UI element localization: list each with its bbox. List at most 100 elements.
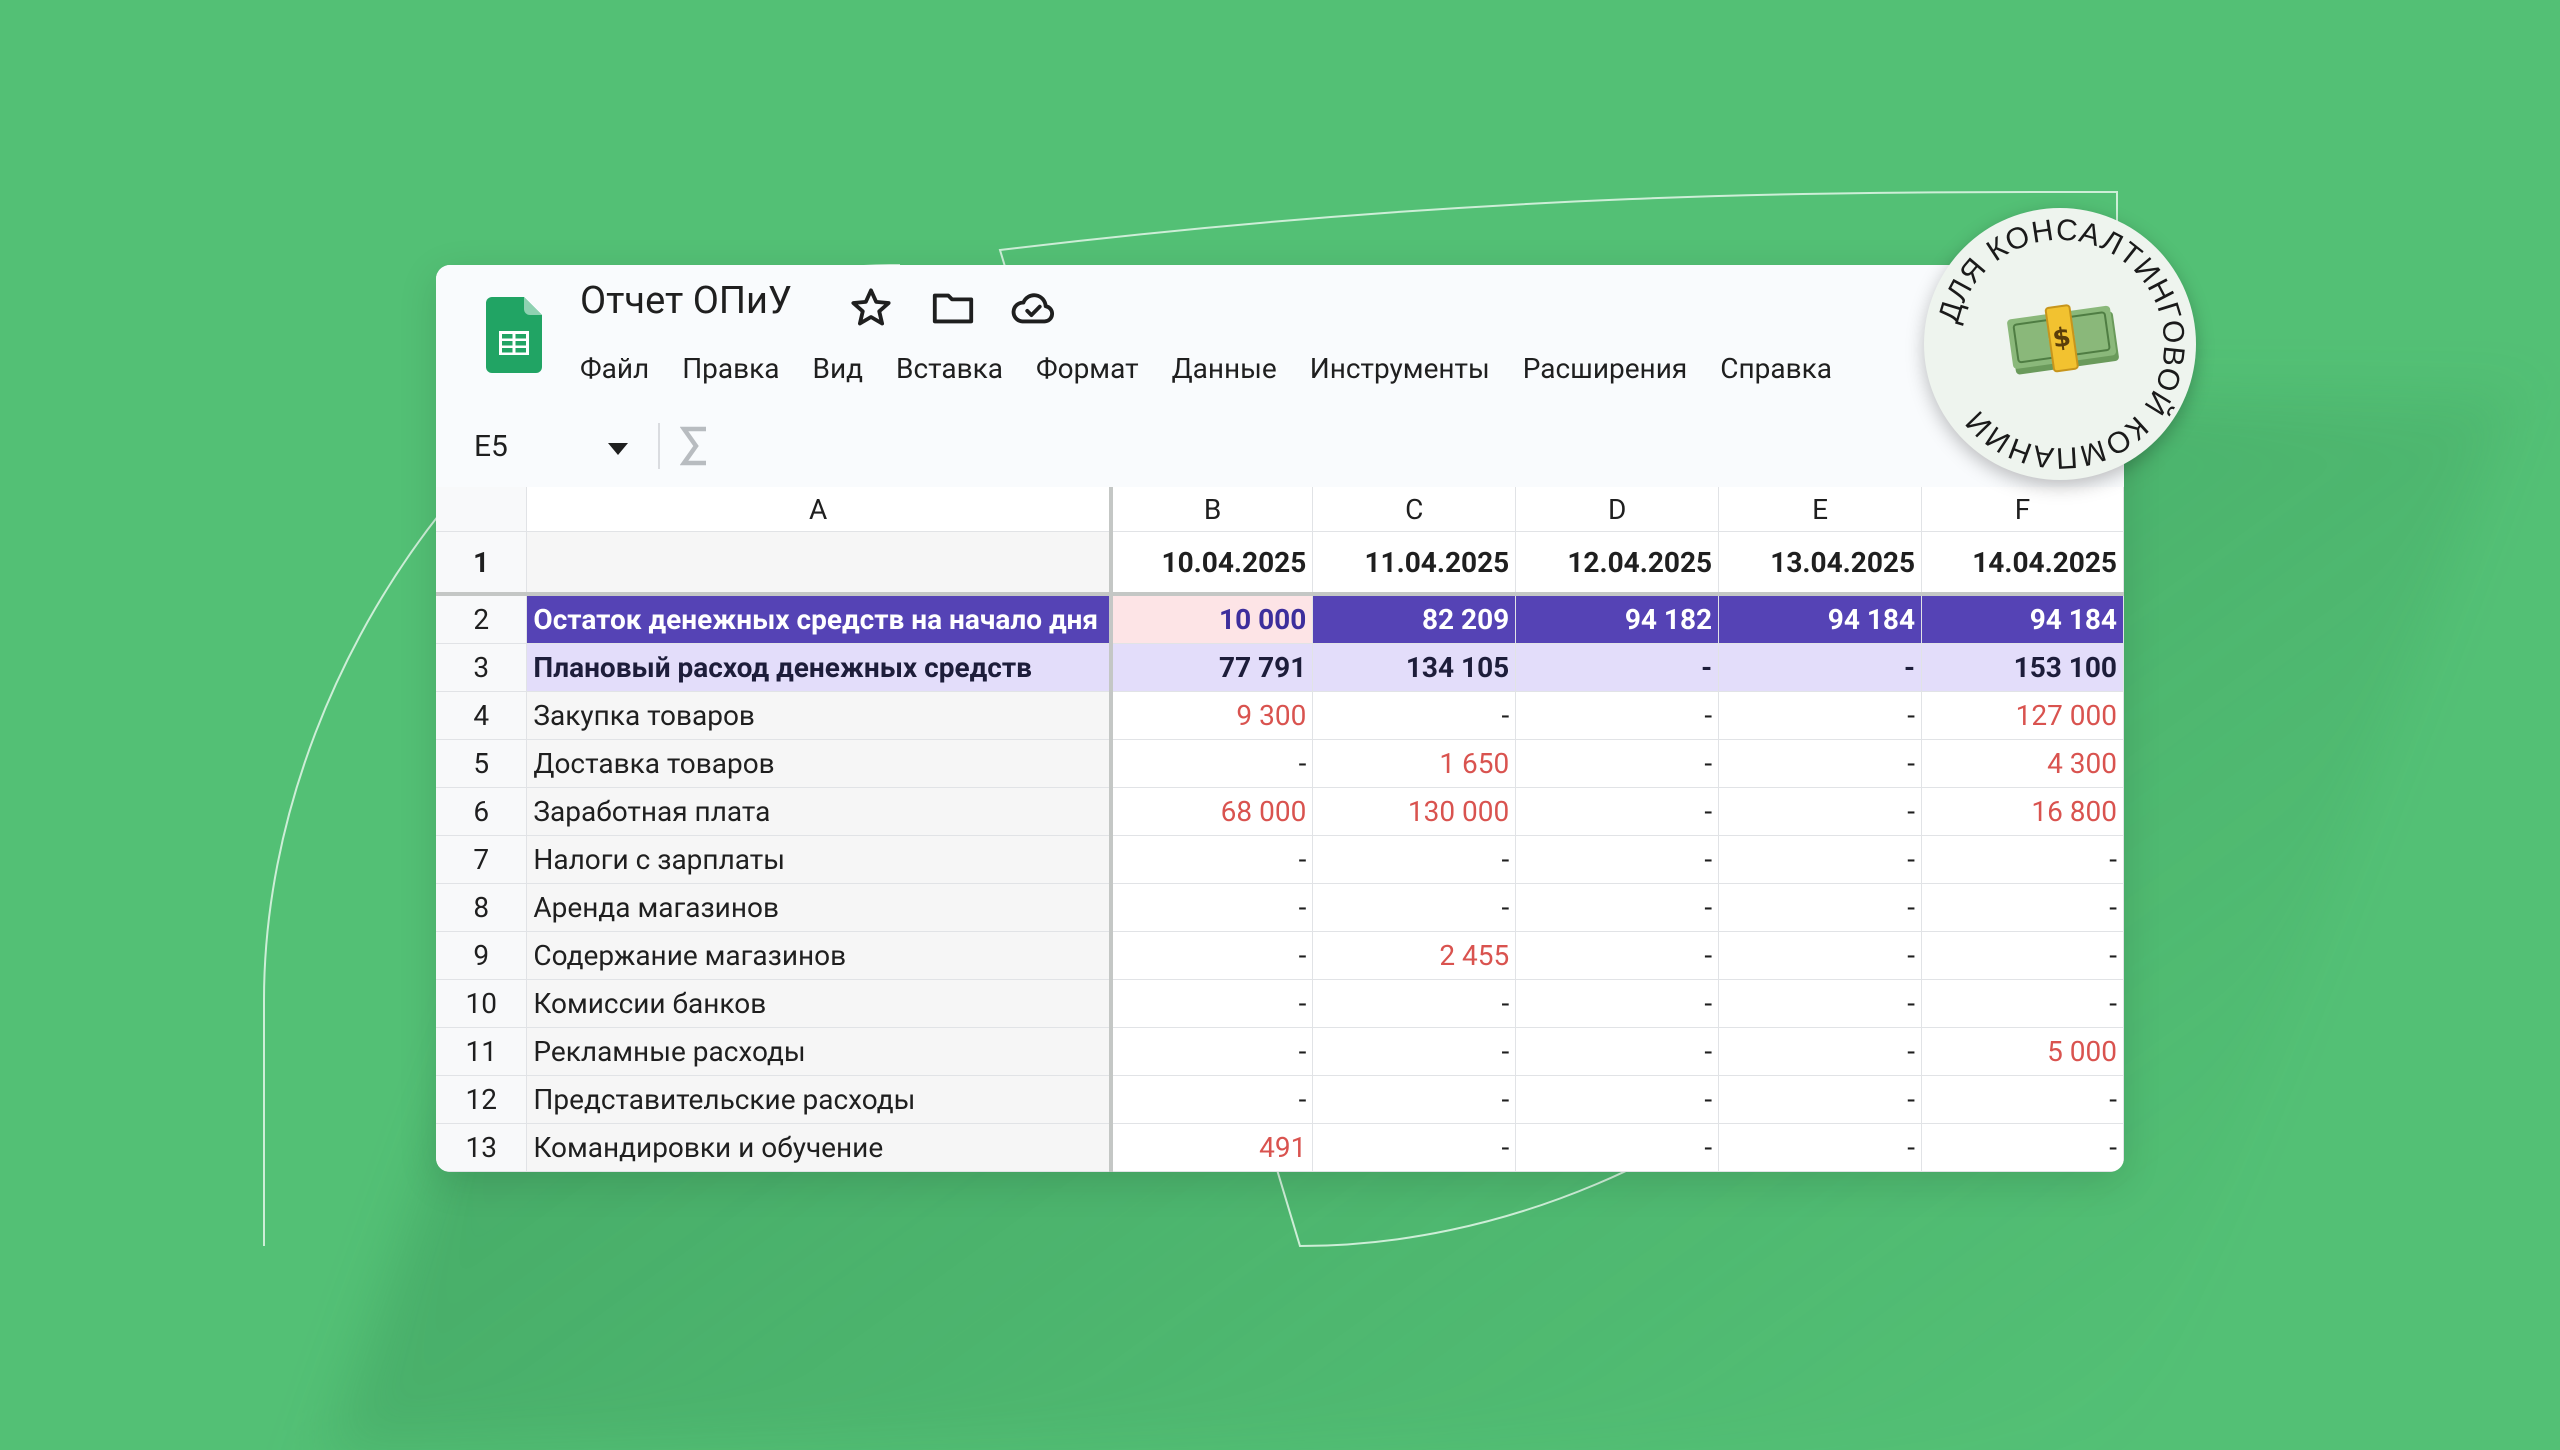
table-cell[interactable]: 77 791	[1110, 643, 1314, 692]
table-cell[interactable]: -	[1921, 931, 2124, 980]
table-cell[interactable]: 94 184	[1921, 594, 2124, 644]
menu-help[interactable]: Справка	[1720, 347, 1832, 391]
table-cell[interactable]: Аренда магазинов	[526, 883, 1113, 932]
table-cell[interactable]: Содержание магазинов	[526, 931, 1113, 980]
table-cell[interactable]: 1 650	[1312, 739, 1517, 788]
table-cell[interactable]: -	[1110, 835, 1314, 884]
column-header-d[interactable]: D	[1515, 487, 1720, 532]
column-header-e[interactable]: E	[1718, 487, 1923, 532]
table-cell[interactable]: 153 100	[1921, 643, 2124, 692]
column-header-b[interactable]: B	[1110, 487, 1314, 532]
table-cell[interactable]: -	[1718, 739, 1923, 788]
table-cell[interactable]: -	[1718, 931, 1923, 980]
table-cell[interactable]: -	[1921, 883, 2124, 932]
table-cell[interactable]: -	[1718, 1123, 1923, 1172]
cloud-saved-icon[interactable]	[1010, 285, 1056, 331]
table-cell[interactable]: -	[1110, 883, 1314, 932]
menu-file[interactable]: Файл	[580, 347, 649, 391]
table-cell[interactable]: -	[1515, 931, 1720, 980]
table-cell[interactable]: -	[1718, 979, 1923, 1028]
document-title[interactable]: Отчет ОПиУ	[580, 279, 792, 323]
table-cell[interactable]: -	[1110, 1027, 1314, 1076]
table-cell[interactable]: -	[1515, 691, 1720, 740]
table-cell[interactable]: -	[1515, 643, 1720, 692]
menu-tools[interactable]: Инструменты	[1310, 347, 1490, 391]
table-cell[interactable]: 82 209	[1312, 594, 1517, 644]
table-cell[interactable]: -	[1110, 739, 1314, 788]
table-cell[interactable]: 13.04.2025	[1718, 531, 1923, 596]
name-box[interactable]: E5	[474, 429, 508, 464]
table-cell[interactable]: 127 000	[1921, 691, 2124, 740]
row-header[interactable]: 5	[436, 739, 528, 788]
menu-data[interactable]: Данные	[1172, 347, 1277, 391]
table-cell[interactable]: 11.04.2025	[1312, 531, 1517, 596]
table-cell[interactable]: 14.04.2025	[1921, 531, 2124, 596]
table-cell[interactable]: 16 800	[1921, 787, 2124, 836]
column-header-a[interactable]: A	[526, 487, 1113, 532]
table-cell[interactable]: -	[1718, 643, 1923, 692]
table-cell[interactable]: -	[1515, 883, 1720, 932]
table-cell[interactable]	[526, 531, 1113, 596]
row-header[interactable]: 3	[436, 643, 528, 692]
table-cell[interactable]: -	[1921, 1123, 2124, 1172]
row-header[interactable]: 1	[436, 531, 528, 596]
menu-view[interactable]: Вид	[813, 347, 864, 391]
table-cell[interactable]: -	[1312, 691, 1517, 740]
table-cell[interactable]: 4 300	[1921, 739, 2124, 788]
table-cell[interactable]: -	[1718, 691, 1923, 740]
row-header[interactable]: 11	[436, 1027, 528, 1076]
select-all-corner[interactable]	[436, 487, 528, 532]
table-cell[interactable]: Комиссии банков	[526, 979, 1113, 1028]
table-cell[interactable]: -	[1718, 883, 1923, 932]
table-cell[interactable]: -	[1312, 1027, 1517, 1076]
menu-extensions[interactable]: Расширения	[1523, 347, 1687, 391]
table-cell[interactable]: -	[1921, 835, 2124, 884]
table-cell[interactable]: -	[1515, 1123, 1720, 1172]
table-cell[interactable]: 134 105	[1312, 643, 1517, 692]
table-cell[interactable]: -	[1515, 1075, 1720, 1124]
table-cell[interactable]: Командировки и обучение	[526, 1123, 1113, 1172]
table-cell[interactable]: 9 300	[1110, 691, 1314, 740]
table-cell[interactable]: -	[1515, 787, 1720, 836]
table-cell[interactable]: -	[1921, 979, 2124, 1028]
table-cell[interactable]: Плановый расход денежных средств	[526, 643, 1113, 692]
table-cell[interactable]: 10.04.2025	[1110, 531, 1314, 596]
table-cell[interactable]: -	[1312, 835, 1517, 884]
column-header-f[interactable]: F	[1921, 487, 2124, 532]
table-cell[interactable]: -	[1312, 1123, 1517, 1172]
table-cell[interactable]: -	[1921, 1075, 2124, 1124]
row-header[interactable]: 12	[436, 1075, 528, 1124]
row-header[interactable]: 2	[436, 594, 528, 644]
row-header[interactable]: 9	[436, 931, 528, 980]
table-cell[interactable]: 491	[1110, 1123, 1314, 1172]
caret-down-icon[interactable]	[606, 441, 630, 457]
table-cell[interactable]: 5 000	[1921, 1027, 2124, 1076]
table-cell[interactable]: Представительские расходы	[526, 1075, 1113, 1124]
table-cell[interactable]: -	[1515, 1027, 1720, 1076]
table-cell[interactable]: -	[1515, 739, 1720, 788]
table-cell[interactable]: Рекламные расходы	[526, 1027, 1113, 1076]
table-cell[interactable]: -	[1718, 787, 1923, 836]
table-cell[interactable]: -	[1110, 931, 1314, 980]
row-header[interactable]: 6	[436, 787, 528, 836]
table-cell[interactable]: 94 182	[1515, 594, 1720, 644]
folder-icon[interactable]	[930, 285, 976, 331]
table-cell[interactable]: 10 000	[1110, 594, 1314, 644]
table-cell[interactable]: Остаток денежных средств на начало дня	[526, 594, 1113, 644]
table-cell[interactable]: Налоги с зарплаты	[526, 835, 1113, 884]
menu-edit[interactable]: Правка	[682, 347, 779, 391]
table-cell[interactable]: 68 000	[1110, 787, 1314, 836]
table-cell[interactable]: Доставка товаров	[526, 739, 1113, 788]
table-cell[interactable]: -	[1110, 1075, 1314, 1124]
google-sheets-logo-icon[interactable]	[486, 297, 542, 373]
table-cell[interactable]: 130 000	[1312, 787, 1517, 836]
table-cell[interactable]: -	[1110, 979, 1314, 1028]
table-cell[interactable]: -	[1515, 835, 1720, 884]
menu-format[interactable]: Формат	[1036, 347, 1139, 391]
star-icon[interactable]	[848, 285, 894, 331]
table-cell[interactable]: Закупка товаров	[526, 691, 1113, 740]
table-cell[interactable]: -	[1718, 835, 1923, 884]
row-header[interactable]: 4	[436, 691, 528, 740]
table-cell[interactable]: 12.04.2025	[1515, 531, 1720, 596]
table-cell[interactable]: -	[1718, 1075, 1923, 1124]
